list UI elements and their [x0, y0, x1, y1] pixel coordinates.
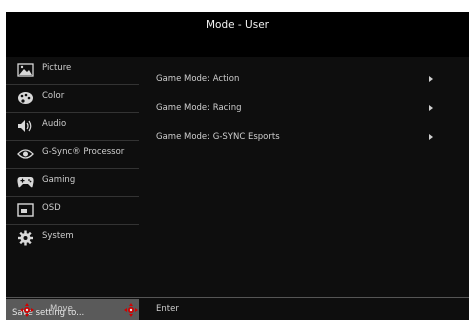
footer: Move Enter — [6, 298, 469, 320]
row-label: Game Mode: G-SYNC Esports — [156, 132, 280, 142]
speaker-icon — [16, 118, 34, 134]
sidebar-item-label: Picture — [42, 63, 72, 73]
gear-icon — [16, 230, 34, 246]
sidebar-item-label: System — [42, 231, 74, 241]
sidebar-item-color[interactable]: Color — [6, 84, 139, 113]
game-mode-action-row[interactable]: Game Mode: Action — [156, 66, 469, 94]
dpad-enter-icon — [124, 302, 138, 317]
sidebar: Picture Color Audio G-Sync® Processor Ga… — [6, 56, 139, 320]
sidebar-item-label: Gaming — [42, 175, 76, 185]
row-label: Game Mode: Racing — [156, 103, 242, 113]
picture-icon — [16, 62, 34, 78]
header-band — [6, 42, 469, 57]
sidebar-item-system[interactable]: System — [6, 224, 139, 252]
game-mode-gsync-esports-row[interactable]: Game Mode: G-SYNC Esports — [156, 124, 469, 152]
gsync-eye-icon — [16, 146, 34, 162]
osd-menu: Mode - User Picture Color Audio G-Sync® … — [6, 12, 469, 320]
sidebar-item-label: G-Sync® Processor — [42, 147, 125, 157]
sidebar-item-label: Audio — [42, 119, 67, 129]
chevron-right-icon — [429, 76, 433, 82]
sidebar-item-label: OSD — [42, 203, 61, 213]
osd-window-icon — [16, 202, 34, 218]
menu-title: Mode - User — [205, 19, 269, 31]
sidebar-item-picture[interactable]: Picture — [6, 56, 139, 85]
osd-header: Mode - User — [6, 12, 469, 42]
game-mode-racing-row[interactable]: Game Mode: Racing — [156, 95, 469, 123]
sidebar-item-audio[interactable]: Audio — [6, 112, 139, 141]
enter-label: Enter — [156, 304, 179, 314]
chevron-right-icon — [429, 105, 433, 111]
row-label: Game Mode: Action — [156, 74, 240, 84]
mode-list: Game Mode: Action Game Mode: Racing Game… — [156, 56, 469, 301]
dpad-move-icon — [20, 302, 34, 317]
sidebar-item-label: Color — [42, 91, 65, 101]
sidebar-item-osd[interactable]: OSD — [6, 196, 139, 225]
gamepad-icon — [16, 174, 34, 190]
palette-icon — [16, 90, 34, 106]
sidebar-item-gsync-processor[interactable]: G-Sync® Processor — [6, 140, 139, 169]
chevron-right-icon — [429, 134, 433, 140]
sidebar-item-gaming[interactable]: Gaming — [6, 168, 139, 197]
move-label: Move — [50, 304, 73, 314]
